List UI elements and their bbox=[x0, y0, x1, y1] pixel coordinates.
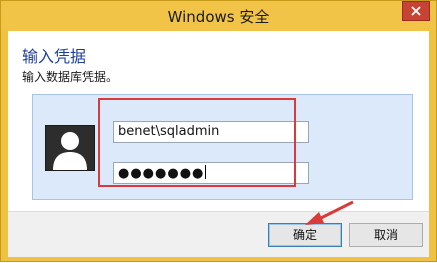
annotation-highlight-box bbox=[98, 98, 296, 187]
windows-security-dialog: Windows 安全 输入凭据 输入数据库凭据。 benet\sqladmin … bbox=[0, 0, 437, 262]
user-avatar-icon bbox=[45, 125, 95, 171]
dialog-footer: 确定 取消 bbox=[8, 211, 429, 257]
ok-button[interactable]: 确定 bbox=[268, 223, 342, 247]
dialog-subheading: 输入数据库凭据。 bbox=[22, 70, 119, 84]
window-title: Windows 安全 bbox=[167, 8, 270, 26]
dialog-heading: 输入凭据 bbox=[22, 47, 87, 66]
close-button[interactable] bbox=[402, 1, 430, 21]
close-icon bbox=[411, 6, 421, 16]
cancel-button[interactable]: 取消 bbox=[349, 223, 423, 247]
title-bar[interactable]: Windows 安全 bbox=[1, 1, 436, 31]
